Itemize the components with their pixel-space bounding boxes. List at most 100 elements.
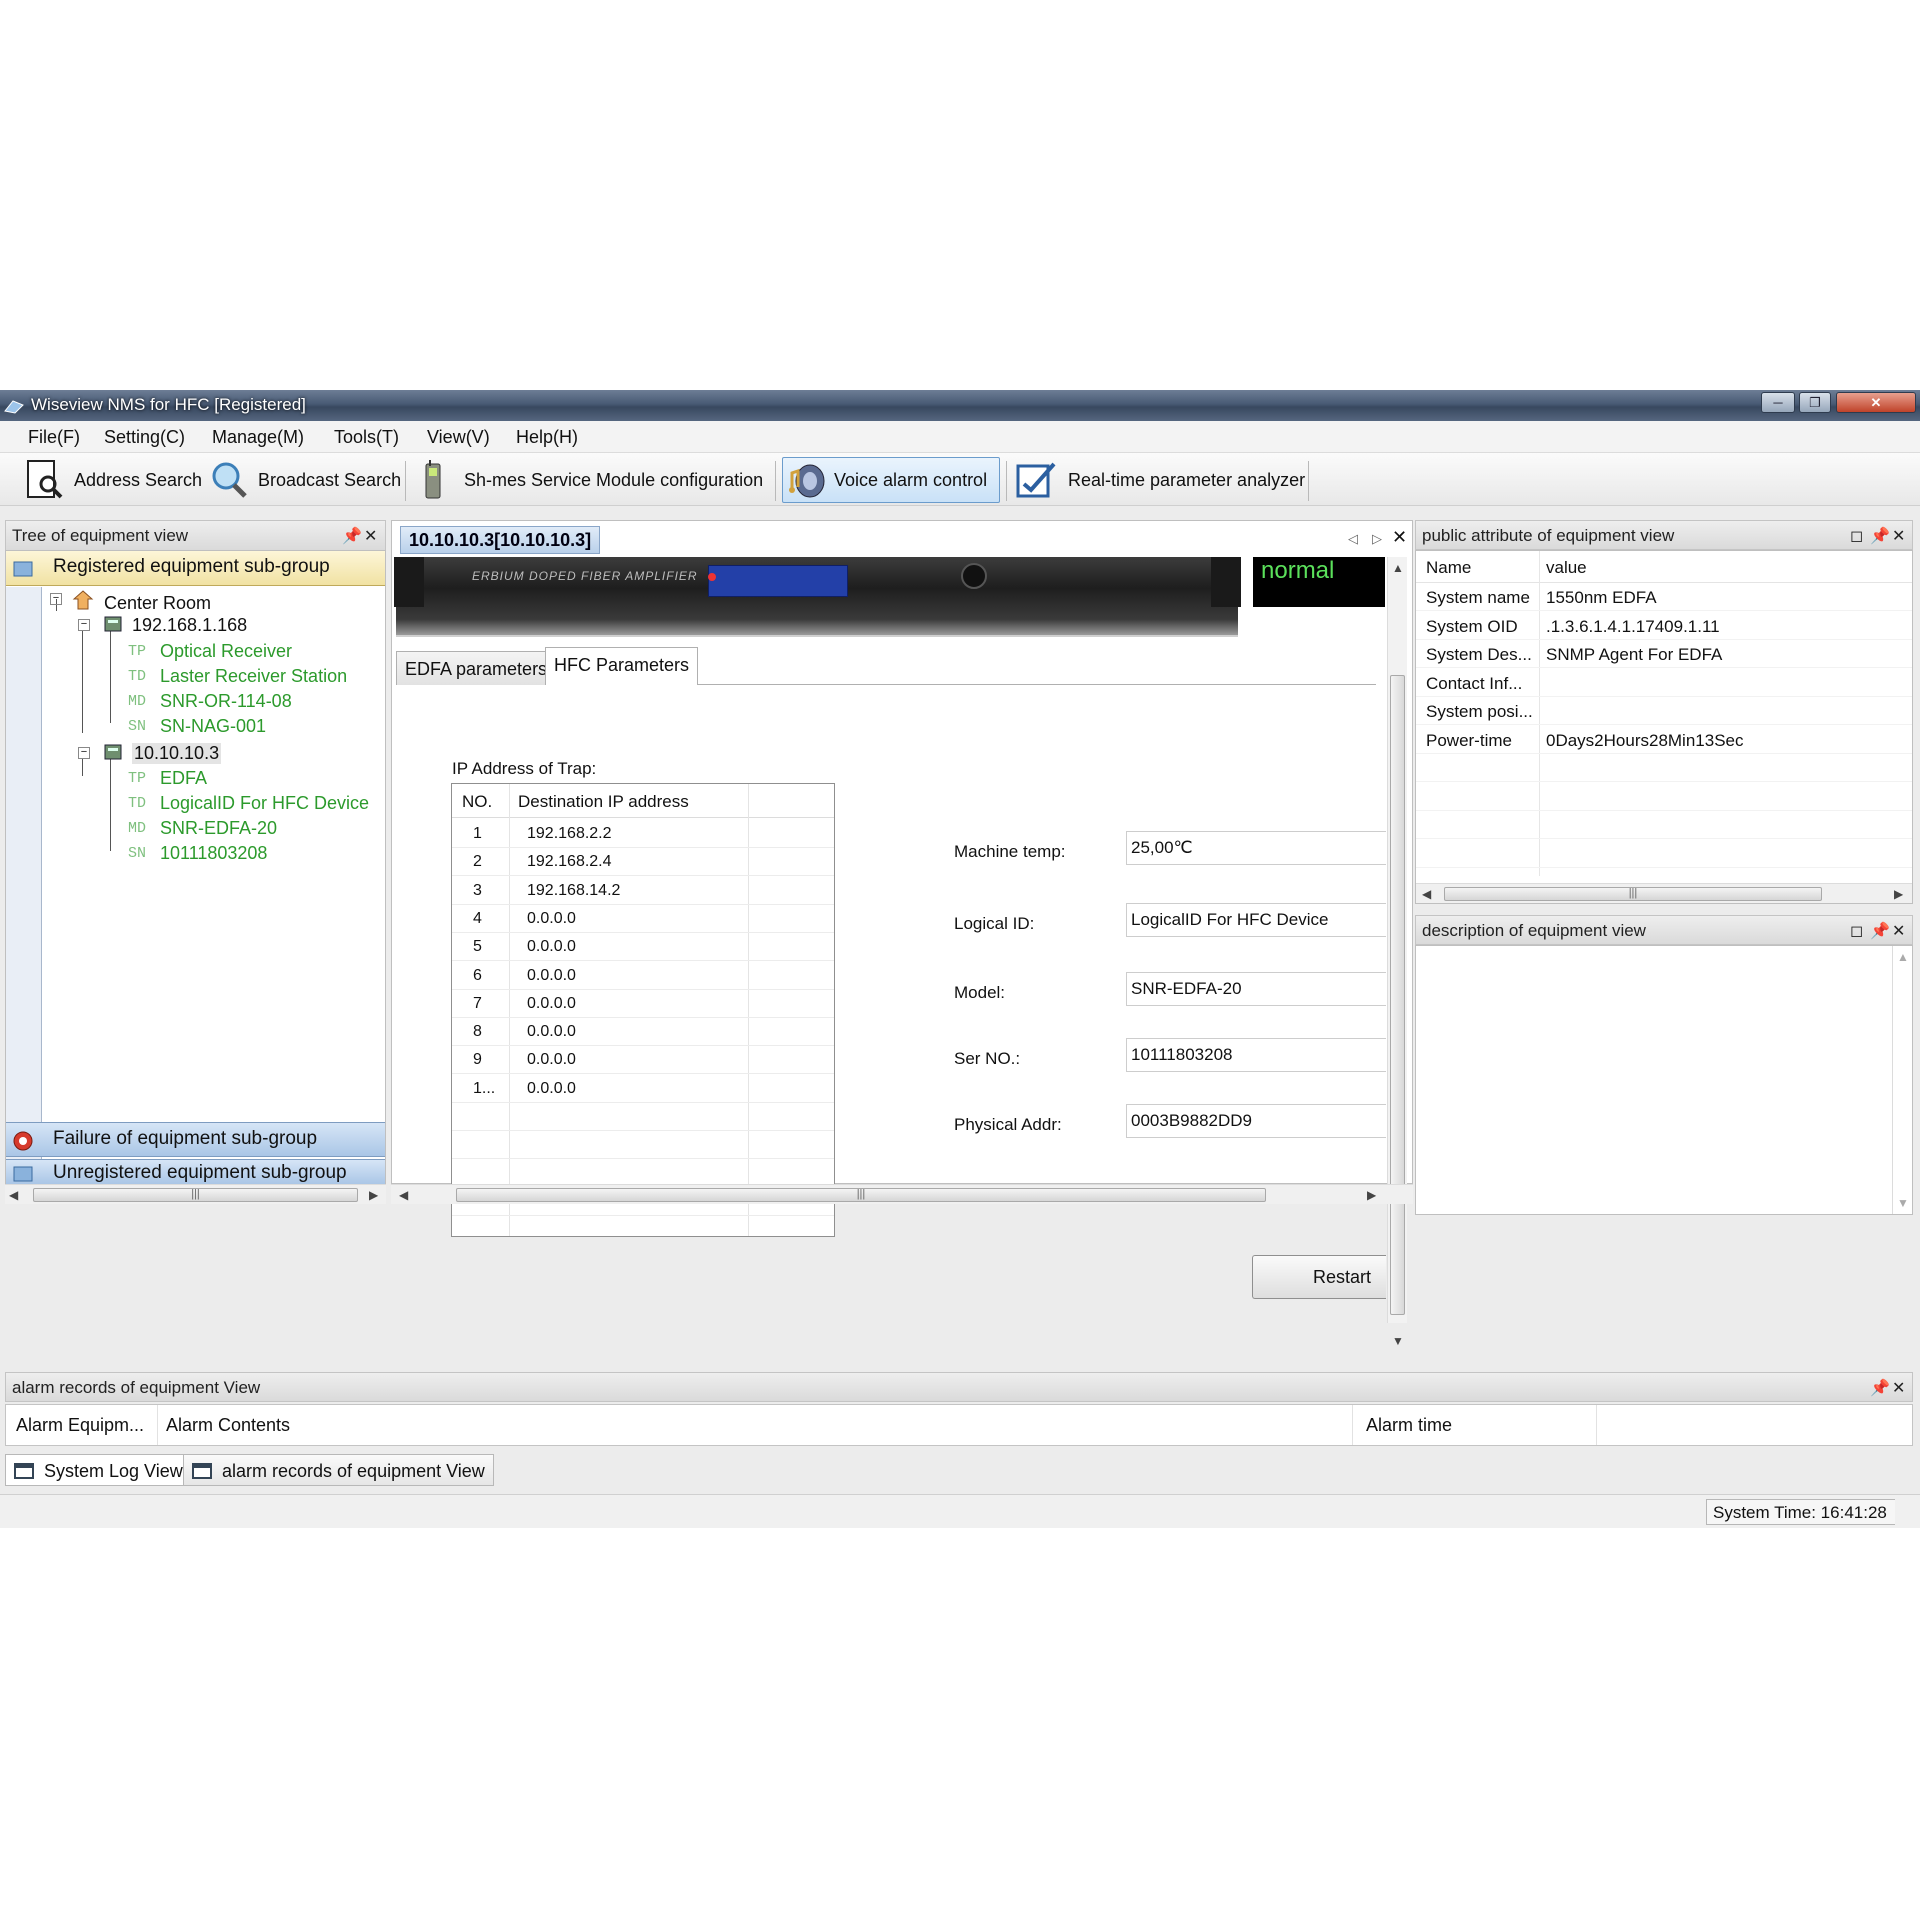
collapse-toggle[interactable]: − [50,593,62,605]
physical-addr-label: Physical Addr: [954,1115,1062,1134]
attribute-row[interactable]: Power-time 0Days2Hours28Min13Sec [1416,726,1912,754]
center-vertical-scrollbar[interactable]: ▲ ▼ [1387,557,1407,1348]
scroll-down-icon[interactable]: ▼ [1897,1196,1909,1210]
table-row[interactable]: 5 0.0.0.0 [452,933,834,962]
col-alarm-contents[interactable]: Alarm Contents [166,1415,290,1436]
menu-file[interactable]: File(F) [28,427,80,448]
col-alarm-time[interactable]: Alarm time [1366,1415,1452,1436]
unregistered-group-header[interactable]: Unregistered equipment sub-group [6,1159,385,1185]
close-icon[interactable]: ✕ [1892,1378,1905,1398]
tree-host-1[interactable]: 192.168.1.168 [132,615,247,636]
tab-alarm-records[interactable]: alarm records of equipment View [183,1454,494,1486]
maximize-icon[interactable]: ◻ [1850,526,1863,546]
menu-tools[interactable]: Tools(T) [334,427,399,448]
tab-next-icon[interactable]: ▷ [1372,531,1382,547]
menu-help[interactable]: Help(H) [516,427,578,448]
table-row[interactable]: 4 0.0.0.0 [452,905,834,933]
tree-item[interactable]: SN-NAG-001 [160,716,266,737]
scroll-up-icon[interactable]: ▲ [1897,950,1909,964]
table-row[interactable]: 2 192.168.2.4 [452,848,834,877]
scroll-right-icon[interactable]: ▶ [369,1188,378,1202]
row-ip: 0.0.0.0 [527,1079,576,1097]
description-vertical-scrollbar[interactable]: ▲ ▼ [1892,946,1912,1214]
attribute-value: 1550nm EDFA [1546,588,1657,607]
tree-prefix: TD [128,795,147,812]
close-icon[interactable]: ✕ [1892,921,1905,941]
menu-setting[interactable]: Setting(C) [104,427,185,448]
maximize-button[interactable]: ❐ [1799,392,1831,413]
tree-item[interactable]: LogicalID For HFC Device [160,793,369,814]
attribute-row[interactable]: System posi... [1416,697,1912,725]
address-search-button[interactable]: Address Search [24,457,202,503]
machine-temp-field[interactable]: 25,00℃ [1126,831,1386,865]
voice-alarm-button[interactable]: Voice alarm control [782,457,1000,503]
tab-prev-icon[interactable]: ◁ [1348,531,1358,547]
failure-group-header[interactable]: Failure of equipment sub-group [6,1122,385,1157]
pin-icon[interactable]: 📌 [1870,526,1890,546]
table-row[interactable]: 1 192.168.2.2 [452,820,834,848]
tree-item[interactable]: EDFA [160,768,207,789]
maximize-icon[interactable]: ◻ [1850,921,1863,941]
attribute-row[interactable]: Contact Inf... [1416,669,1912,697]
tree-host-2[interactable]: 10.10.10.3 [132,743,222,764]
scroll-right-icon[interactable]: ▶ [1894,887,1903,901]
table-row[interactable]: 7 0.0.0.0 [452,990,834,1018]
tab-close-icon[interactable]: ✕ [1392,527,1407,548]
attribute-row[interactable]: System OID .1.3.6.1.4.1.17409.1.11 [1416,612,1912,640]
scroll-left-icon[interactable]: ◀ [9,1188,18,1202]
scroll-down-icon[interactable]: ▼ [1392,1334,1404,1348]
scroll-left-icon[interactable]: ◀ [1422,887,1431,901]
menu-view[interactable]: View(V) [427,427,490,448]
registered-group-header[interactable]: Registered equipment sub-group [6,551,385,586]
scroll-thumb[interactable]: ||| [1444,887,1822,901]
tree-item[interactable]: Laster Receiver Station [160,666,347,687]
tree-item[interactable]: Optical Receiver [160,641,292,662]
service-module-button[interactable]: Sh-mes Service Module configuration [420,457,763,503]
table-row[interactable]: 6 0.0.0.0 [452,962,834,990]
logical-id-field[interactable]: LogicalID For HFC Device [1126,903,1386,937]
realtime-analyzer-button[interactable]: Real-time parameter analyzer [1014,457,1305,503]
tab-edfa-parameters[interactable]: EDFA parameters [396,651,557,685]
attribute-name: Contact Inf... [1426,673,1523,693]
broadcast-search-button[interactable]: Broadcast Search [208,457,401,503]
attribute-row[interactable]: System Des... SNMP Agent For EDFA [1416,640,1912,668]
table-row[interactable]: 9 0.0.0.0 [452,1046,834,1075]
collapse-toggle[interactable]: − [78,619,90,631]
physical-addr-field[interactable]: 0003B9882DD9 [1126,1104,1386,1138]
pin-icon[interactable]: 📌 [342,526,362,546]
scroll-right-icon[interactable]: ▶ [1367,1188,1376,1202]
tab-system-log[interactable]: System Log View [5,1454,192,1486]
tree-item[interactable]: 10111803208 [160,843,267,864]
tab-hfc-parameters[interactable]: HFC Parameters [545,647,699,685]
pin-icon[interactable]: 📌 [1870,1378,1890,1398]
scroll-thumb[interactable]: ||| [456,1188,1266,1202]
attributes-horizontal-scrollbar[interactable]: ◀ ||| ▶ [1416,883,1912,903]
minimize-button[interactable]: ─ [1761,392,1795,413]
menu-manage[interactable]: Manage(M) [212,427,304,448]
collapse-toggle[interactable]: − [78,747,90,759]
scroll-up-icon[interactable]: ▲ [1392,561,1404,575]
table-row[interactable]: 3 192.168.14.2 [452,877,834,905]
col-alarm-equipment[interactable]: Alarm Equipm... [16,1415,144,1436]
tree-item[interactable]: SNR-OR-114-08 [160,691,292,712]
document-tab[interactable]: 10.10.10.3[10.10.10.3] [400,526,601,554]
tree-root[interactable]: Center Room [104,593,211,614]
close-icon[interactable]: ✕ [364,526,377,546]
tree-horizontal-scrollbar[interactable]: ◀ ||| ▶ [5,1184,386,1204]
restart-button[interactable]: Restart [1252,1255,1386,1299]
pin-icon[interactable]: 📌 [1870,921,1890,941]
close-icon[interactable]: ✕ [1892,526,1905,546]
folder-icon [13,561,33,577]
ser-no-field[interactable]: 10111803208 [1126,1038,1386,1072]
table-row[interactable]: 1... 0.0.0.0 [452,1075,834,1103]
model-field[interactable]: SNR-EDFA-20 [1126,972,1386,1006]
table-row[interactable]: 8 0.0.0.0 [452,1018,834,1047]
scroll-left-icon[interactable]: ◀ [399,1188,408,1202]
equipment-tree-panel: Registered equipment sub-group − Center … [5,550,386,1185]
tree-item[interactable]: SNR-EDFA-20 [160,818,277,839]
center-horizontal-scrollbar[interactable]: ◀ ||| ▶ [391,1184,1413,1204]
close-window-button[interactable]: ✕ [1836,392,1916,413]
scroll-thumb[interactable]: ||| [33,1188,358,1202]
scroll-thumb[interactable] [1390,675,1405,1315]
attribute-row[interactable]: System name 1550nm EDFA [1416,583,1912,611]
